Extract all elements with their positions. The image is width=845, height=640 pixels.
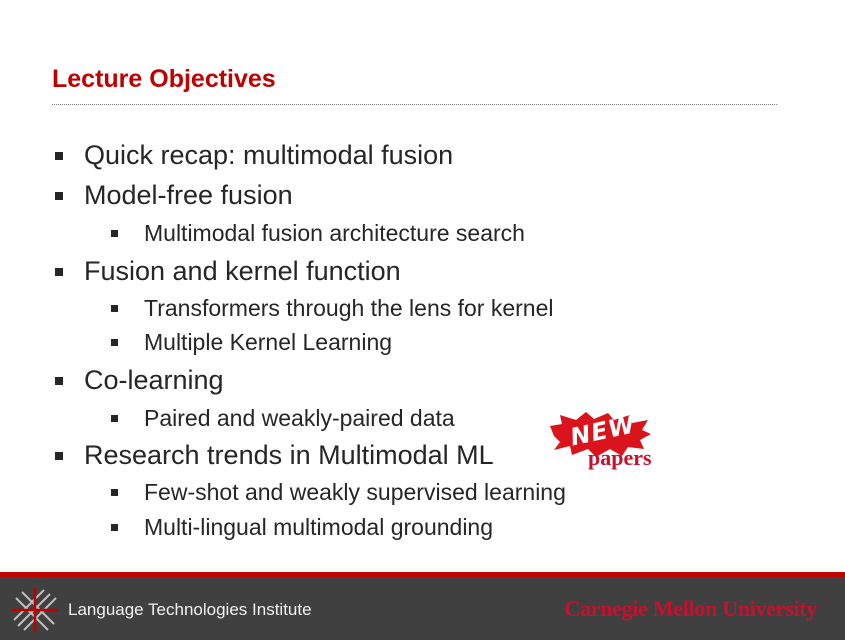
- bullet-item: Quick recap: multimodal fusion: [55, 139, 454, 171]
- sub-bullet-item: Multiple Kernel Learning: [111, 328, 393, 356]
- square-bullet-icon: [111, 489, 118, 496]
- footer-stripe: [0, 572, 845, 577]
- sub-bullet-item: Transformers through the lens for kernel: [111, 294, 554, 322]
- bullet-text: Research trends in Multimodal ML: [84, 440, 494, 470]
- bullet-text: Multi-lingual multimodal grounding: [144, 514, 494, 540]
- new-papers-stamp: NEW papers: [548, 410, 666, 474]
- square-bullet-icon: [55, 268, 63, 276]
- lti-logo-icon: [12, 588, 58, 632]
- footer-bar: Language Technologies Institute Carnegie…: [0, 572, 845, 640]
- square-bullet-icon: [55, 452, 63, 460]
- bullet-item: Model-free fusion: [55, 179, 293, 211]
- bullet-text: Model-free fusion: [84, 180, 293, 210]
- bullet-item: Co-learning: [55, 364, 224, 396]
- square-bullet-icon: [55, 192, 63, 200]
- bullet-list: Quick recap: multimodal fusion Model-fre…: [0, 0, 845, 560]
- sub-bullet-item: Multimodal fusion architecture search: [111, 219, 525, 247]
- bullet-text: Quick recap: multimodal fusion: [84, 140, 454, 170]
- papers-label: papers: [588, 445, 652, 470]
- bullet-text: Fusion and kernel function: [84, 256, 401, 286]
- bullet-text: Multiple Kernel Learning: [144, 329, 393, 355]
- institute-name: Language Technologies Institute: [68, 600, 312, 619]
- square-bullet-icon: [55, 377, 63, 385]
- bullet-text: Paired and weakly-paired data: [144, 405, 455, 431]
- bullet-text: Few-shot and weakly supervised learning: [144, 479, 566, 505]
- square-bullet-icon: [111, 339, 118, 346]
- square-bullet-icon: [111, 415, 118, 422]
- bullet-text: Transformers through the lens for kernel: [144, 295, 554, 321]
- university-name: Carnegie Mellon University: [564, 596, 818, 621]
- bullet-item: Research trends in Multimodal ML: [55, 439, 494, 471]
- sub-bullet-item: Few-shot and weakly supervised learning: [111, 478, 566, 506]
- bullet-text: Multimodal fusion architecture search: [144, 220, 525, 246]
- bullet-text: Co-learning: [84, 365, 224, 395]
- sub-bullet-item: Paired and weakly-paired data: [111, 404, 455, 432]
- sub-bullet-item: Multi-lingual multimodal grounding: [111, 513, 494, 541]
- square-bullet-icon: [111, 305, 118, 312]
- square-bullet-icon: [111, 524, 118, 531]
- bullet-item: Fusion and kernel function: [55, 255, 401, 287]
- square-bullet-icon: [55, 152, 63, 160]
- square-bullet-icon: [111, 230, 118, 237]
